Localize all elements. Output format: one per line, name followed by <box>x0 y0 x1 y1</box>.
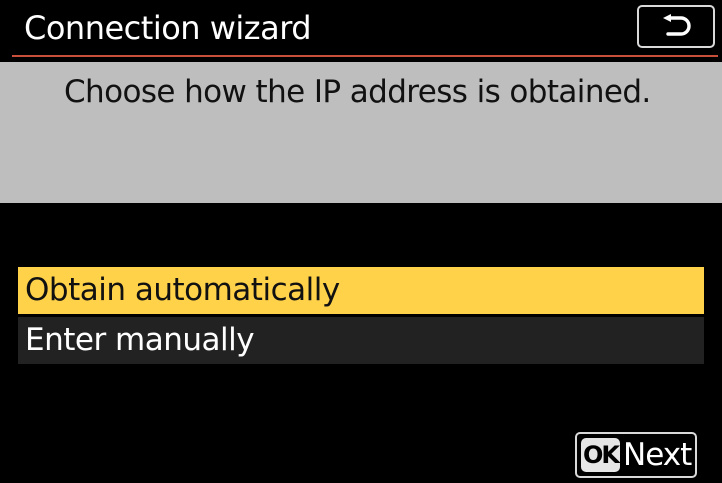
next-label: Next <box>623 437 692 473</box>
menu-item-obtain-automatically[interactable]: Obtain automatically <box>18 267 704 314</box>
back-button[interactable] <box>637 5 715 48</box>
prompt-text: Choose how the IP address is obtained. <box>64 74 651 110</box>
page-title: Connection wizard <box>24 9 312 47</box>
prompt-panel: Choose how the IP address is obtained. <box>0 62 722 203</box>
ok-badge: OK <box>581 438 620 472</box>
ip-method-menu: Obtain automatically Enter manually <box>18 267 704 364</box>
title-divider <box>12 55 718 57</box>
title-bar: Connection wizard <box>0 0 722 56</box>
return-arrow-icon <box>659 13 693 40</box>
next-button[interactable]: OK Next <box>575 432 697 478</box>
menu-item-enter-manually[interactable]: Enter manually <box>18 317 704 364</box>
